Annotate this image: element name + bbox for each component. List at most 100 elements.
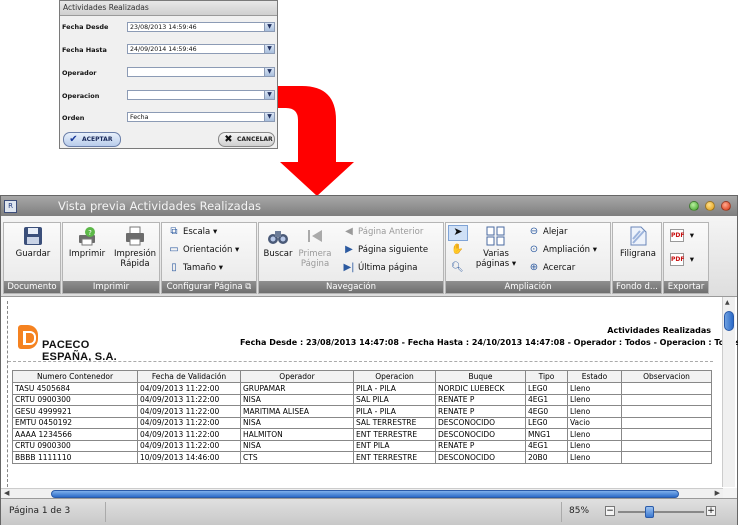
next-page-button[interactable]: ▶ Página siguiente (343, 244, 428, 256)
table-cell: NORDIC LUEBECK (435, 382, 526, 395)
app-icon: R (4, 200, 17, 213)
table-cell: RENATE P (435, 439, 526, 452)
chevron-down-icon[interactable]: ▼ (264, 113, 274, 121)
next-page-label: Página siguiente (358, 245, 429, 255)
print-button[interactable]: ? Imprimir (65, 225, 109, 259)
group-label-text: Configurar Página (166, 282, 243, 292)
dialog-launcher-icon[interactable]: ⧉ (245, 282, 251, 292)
watermark-button[interactable]: Filigrana (615, 225, 661, 259)
vertical-scroll-thumb[interactable] (724, 311, 734, 331)
multiple-pages-button[interactable]: Varias páginas ▾ (472, 225, 520, 269)
scroll-left-icon[interactable]: ◀ (4, 489, 9, 497)
table-cell: 4EG1 (525, 393, 568, 406)
table-cell: NISA (240, 393, 354, 406)
chevron-down-icon[interactable]: ▼ (264, 68, 274, 76)
table-row: GESU 4999921 04/09/2013 11:22:00 MARITIMA … (12, 405, 712, 418)
save-label: Guardar (15, 249, 51, 259)
operacion-combo[interactable]: ▼ (127, 90, 275, 100)
table-cell: 04/09/2013 11:22:00 (137, 428, 241, 441)
table-cell (621, 382, 712, 395)
table-cell: Lleno (567, 439, 622, 452)
table-cell: BBBB 1111110 (12, 451, 138, 464)
maximize-button[interactable] (705, 201, 715, 211)
vertical-scrollbar[interactable]: ▲ (722, 297, 735, 487)
table-cell: Lleno (567, 428, 622, 441)
group-ampliacion: ➤ ✋ 🔍︎ Varias páginas ▾ ⊖ Alejar ⊙ Ampliac… (445, 222, 611, 294)
chevron-down-icon[interactable]: ▼ (264, 23, 274, 31)
ribbon: Guardar Documento ? Imprimir Impresión R… (1, 216, 737, 297)
first-page-button[interactable]: Primera Página (297, 225, 333, 269)
cancel-label: CANCELAR (237, 136, 273, 143)
fecha-desde-combo[interactable]: 23/08/2013 14:59:46 ▼ (127, 22, 275, 32)
scroll-right-icon[interactable]: ▶ (715, 489, 720, 497)
fecha-hasta-combo[interactable]: 24/09/2014 14:59:46 ▼ (127, 44, 275, 54)
group-label: Documento (4, 281, 60, 293)
column-header: Tipo (525, 370, 568, 383)
pointer-button[interactable]: ➤ (448, 225, 468, 241)
accept-button[interactable]: ✔ ACEPTAR (63, 132, 121, 147)
document-area[interactable]: PACECO ESPAÑA, S.A. Actividades Realizad… (1, 297, 738, 488)
table-cell: 04/09/2013 11:22:00 (137, 416, 241, 429)
zoom-in-button[interactable]: ⊕ Acercar (528, 262, 575, 274)
column-header: Operacion (353, 370, 436, 383)
quick-print-label-1: Impresión (113, 249, 157, 259)
orden-value: Fecha (130, 114, 149, 121)
table-cell: Lleno (567, 405, 622, 418)
horizontal-scroll-thumb[interactable] (51, 490, 679, 498)
zoom-button[interactable]: ⊙ Ampliación ▾ (528, 244, 597, 256)
group-imprimir: ? Imprimir Impresión Rápida Imprimir (62, 222, 160, 294)
export-pdf-button[interactable]: PDF ▾ (670, 229, 694, 242)
previous-page-button[interactable]: ◀ Página Anterior (343, 226, 423, 238)
table-cell: 4EG0 (525, 405, 568, 418)
table-cell: GESU 4999921 (12, 405, 138, 418)
column-header: Estado (567, 370, 622, 383)
export-email-button[interactable]: PDF ▾ (670, 253, 694, 266)
previous-icon: ◀ (345, 226, 353, 237)
zoom-out-button[interactable]: ⊖ Alejar (528, 226, 568, 238)
table-row: AAAA 1234566 04/09/2013 11:22:00 HALMITON E… (12, 428, 712, 441)
first-page-label-2: Página (300, 259, 330, 269)
orientation-label: Orientación (183, 245, 233, 255)
quick-print-label-2: Rápida (120, 259, 150, 269)
cancel-button[interactable]: ✖ CANCELAR (218, 132, 275, 147)
table-cell (621, 416, 712, 429)
chevron-down-icon[interactable]: ▼ (264, 45, 274, 53)
zoom-plus-button[interactable]: + (706, 506, 716, 516)
header-divider (8, 361, 713, 362)
zoom-out-icon: ⊖ (529, 226, 539, 237)
table-cell (621, 428, 712, 441)
quick-print-button[interactable]: Impresión Rápida (111, 225, 159, 269)
orden-combo[interactable]: Fecha ▼ (127, 112, 275, 122)
group-label: Configurar Página ⧉ (162, 281, 256, 293)
previous-page-label: Página Anterior (358, 227, 424, 237)
magnifier-button[interactable]: 🔍︎ (451, 262, 466, 274)
column-header: Buque (435, 370, 526, 383)
table-cell: GRUPAMAR (240, 382, 354, 395)
operador-combo[interactable]: ▼ (127, 67, 275, 77)
scale-button[interactable]: ⧉ Escala ▾ (168, 226, 217, 238)
chevron-down-icon[interactable]: ▼ (264, 91, 274, 99)
paceco-logo-icon (18, 325, 38, 349)
table-cell: AAAA 1234566 (12, 428, 138, 441)
zoom-slider-track[interactable] (618, 511, 704, 513)
zoom-slider-thumb[interactable] (644, 506, 654, 518)
table-cell: SAL TERRESTRE (353, 416, 436, 429)
table-cell: LEG0 (525, 382, 568, 395)
hand-tool-button[interactable]: ✋ (451, 244, 466, 256)
zoom-minus-button[interactable]: − (605, 506, 615, 516)
find-button[interactable]: Buscar (261, 225, 295, 259)
scroll-up-icon[interactable]: ▲ (725, 299, 730, 306)
orientation-button[interactable]: ▭ Orientación ▾ (168, 244, 239, 256)
table-cell: DESCONOCIDO (435, 428, 526, 441)
zoom-out-label: Alejar (543, 227, 568, 237)
orientation-icon: ▭ (169, 244, 179, 255)
minimize-button[interactable] (689, 201, 699, 211)
size-button[interactable]: ▯ Tamaño ▾ (168, 262, 223, 274)
table-cell: DESCONOCIDO (435, 416, 526, 429)
save-button[interactable]: Guardar (12, 225, 54, 259)
title-bar: R Vista previa Actividades Realizadas (1, 196, 737, 216)
table-cell: Lleno (567, 451, 622, 464)
last-page-button[interactable]: ▶| Última página (343, 262, 417, 274)
table-row: EMTU 0450192 04/09/2013 11:22:00 NISA SAL T… (12, 416, 712, 429)
close-button[interactable] (721, 201, 731, 211)
